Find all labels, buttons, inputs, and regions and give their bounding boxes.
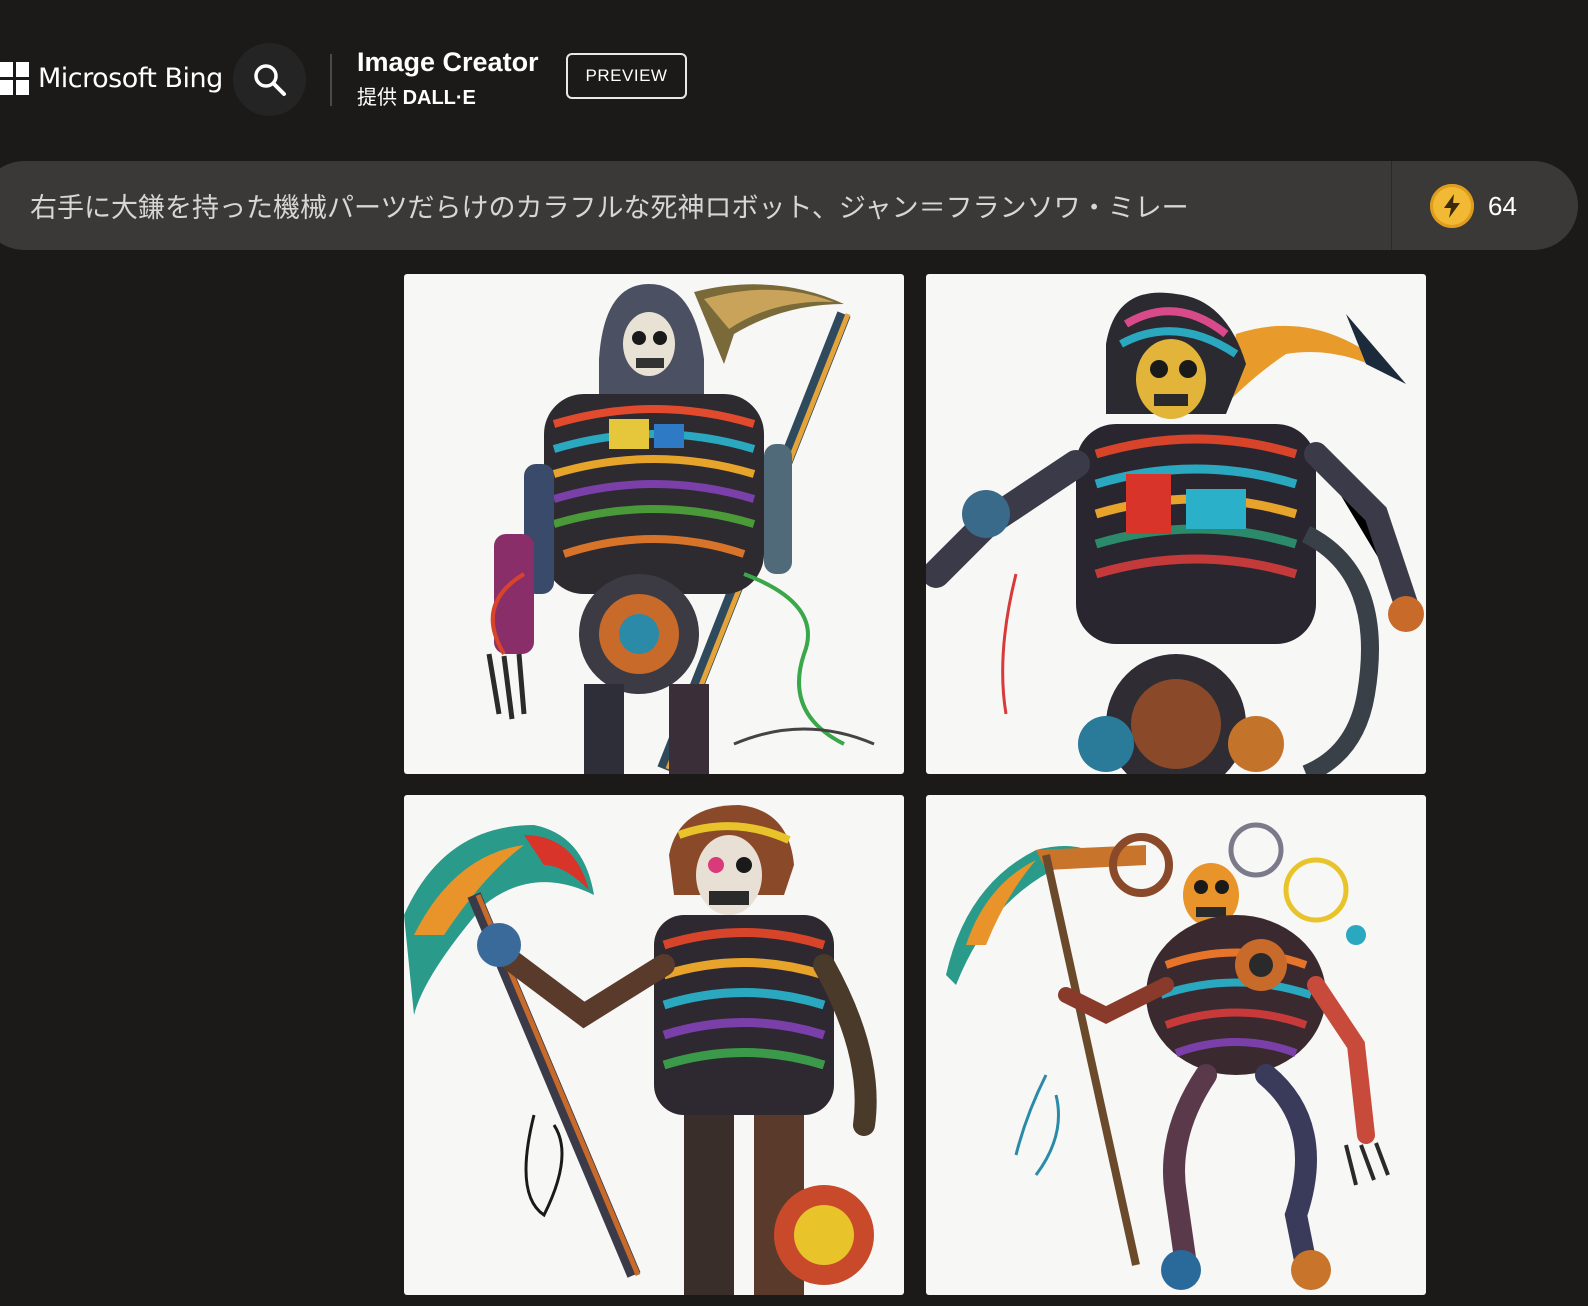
generated-image-3[interactable] (404, 795, 904, 1295)
boost-icon (1430, 184, 1474, 228)
microsoft-logo-icon[interactable] (0, 62, 29, 96)
app-sub-engine: DALL·E (402, 87, 476, 109)
skeleton-robot-image (946, 822, 1390, 1290)
skeleton-robot-image (404, 805, 877, 1295)
app-subtitle: 提供 DALL·E (357, 85, 476, 111)
boost-count: 64 (1488, 190, 1517, 221)
app-sub-prefix: 提供 (357, 87, 397, 109)
search-icon (253, 63, 286, 96)
generated-image-2[interactable] (926, 274, 1426, 774)
generated-image-4[interactable] (926, 795, 1426, 1295)
prompt-input[interactable] (30, 161, 1310, 250)
brand-name[interactable]: Microsoft Bing (38, 62, 223, 96)
search-button[interactable] (233, 43, 306, 116)
image-creator-page: Microsoft Bing Image Creator 提供 DALL·E P… (0, 0, 1588, 1306)
boost-counter[interactable]: 64 (1430, 183, 1517, 229)
skeleton-robot-image (926, 292, 1424, 774)
preview-badge: PREVIEW (566, 53, 687, 99)
skeleton-robot-image (486, 284, 875, 774)
header-divider (330, 54, 332, 106)
app-title[interactable]: Image Creator (357, 45, 539, 79)
prompt-divider (1391, 161, 1392, 250)
generated-image-1[interactable] (404, 274, 904, 774)
